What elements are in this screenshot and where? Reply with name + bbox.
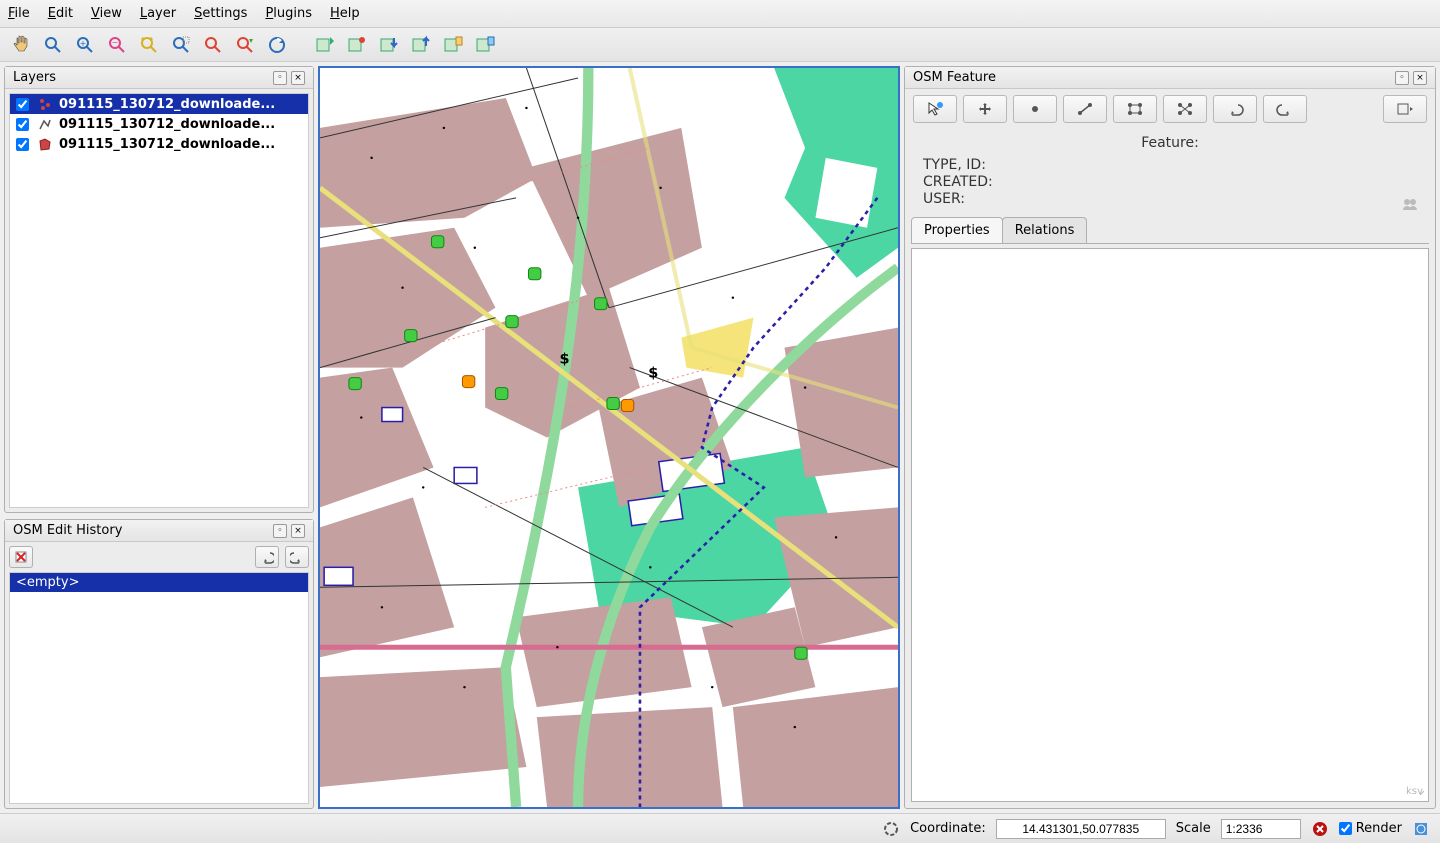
- svg-text:$: $: [648, 366, 658, 382]
- zoom-full-icon[interactable]: [136, 32, 162, 58]
- history-panel-title: OSM Edit History ◦ ×: [5, 520, 313, 542]
- user-icon: [1401, 197, 1419, 211]
- layers-panel-title: Layers ◦ ×: [5, 67, 313, 89]
- menu-help[interactable]: Help: [330, 6, 360, 21]
- layer-label: 091115_130712_downloade...: [59, 117, 275, 132]
- menu-edit[interactable]: Edit: [48, 6, 73, 21]
- undo-feature-icon[interactable]: [1213, 95, 1257, 123]
- collapse-icon[interactable]: ◦: [273, 524, 287, 538]
- history-toolbar: [9, 546, 309, 568]
- layers-panel: Layers ◦ × 091115_130712_downloade... 09…: [4, 66, 314, 513]
- layer-visibility-checkbox[interactable]: [16, 118, 29, 131]
- tab-relations[interactable]: Relations: [1002, 217, 1088, 243]
- scale-label: Scale: [1176, 821, 1211, 836]
- line-layer-icon: [37, 116, 53, 132]
- main-toolbar: + −: [0, 28, 1440, 62]
- render-checkbox[interactable]: [1339, 822, 1352, 835]
- menubar: File Edit View Layer Settings Plugins He…: [0, 0, 1440, 28]
- osm-upload-icon[interactable]: [408, 32, 434, 58]
- osm-load-icon[interactable]: [312, 32, 338, 58]
- layer-label: 091115_130712_downloade...: [59, 137, 275, 152]
- move-feature-icon[interactable]: [963, 95, 1007, 123]
- feature-user-label: USER:: [923, 191, 1417, 208]
- coordinate-label: Coordinate:: [910, 821, 986, 836]
- refresh-icon[interactable]: [264, 32, 290, 58]
- create-point-icon[interactable]: [1013, 95, 1057, 123]
- layers-list[interactable]: 091115_130712_downloade... 091115_130712…: [9, 93, 309, 508]
- coordinate-input[interactable]: [996, 819, 1166, 839]
- osm-download-icon[interactable]: [376, 32, 402, 58]
- pan-tool-icon[interactable]: [8, 32, 34, 58]
- create-polygon-icon[interactable]: [1113, 95, 1157, 123]
- osm-feature-panel: OSM Feature ◦ × Feature: TYPE, ID:: [904, 66, 1436, 809]
- feature-title-label: OSM Feature: [913, 70, 996, 85]
- clear-history-icon[interactable]: [9, 546, 33, 568]
- render-label: Render: [1356, 821, 1402, 836]
- layers-title-label: Layers: [13, 70, 56, 85]
- menu-settings[interactable]: Settings: [194, 6, 247, 21]
- svg-text:ksv: ksv: [1406, 786, 1423, 797]
- feature-tabs: Properties Relations: [911, 217, 1429, 244]
- resize-grip-icon: ksv: [1406, 783, 1424, 797]
- zoom-tool-icon[interactable]: [40, 32, 66, 58]
- close-icon[interactable]: ×: [1413, 71, 1427, 85]
- feature-panel-title: OSM Feature ◦ ×: [905, 67, 1435, 89]
- history-title-label: OSM Edit History: [13, 523, 122, 538]
- map-svg: $ $: [320, 68, 898, 807]
- close-icon[interactable]: ×: [291, 524, 305, 538]
- polygon-layer-icon: [37, 136, 53, 152]
- feature-meta: TYPE, ID: CREATED: USER:: [905, 153, 1435, 217]
- osm-feature-manager-icon[interactable]: [344, 32, 370, 58]
- properties-table[interactable]: ksv: [911, 248, 1429, 802]
- stop-render-icon[interactable]: [1311, 820, 1329, 838]
- svg-text:+: +: [80, 39, 87, 48]
- projection-icon[interactable]: [1412, 820, 1430, 838]
- undo-icon[interactable]: [255, 546, 279, 568]
- history-list[interactable]: <empty>: [9, 572, 309, 804]
- svg-text:$: $: [559, 352, 569, 368]
- svg-text:−: −: [112, 38, 119, 47]
- collapse-icon[interactable]: ◦: [1395, 71, 1409, 85]
- workspace: Layers ◦ × 091115_130712_downloade... 09…: [0, 62, 1440, 813]
- statusbar: Coordinate: Scale Render: [0, 813, 1440, 843]
- feature-header-label: Feature:: [905, 129, 1435, 153]
- feature-settings-icon[interactable]: [1383, 95, 1427, 123]
- menu-layer[interactable]: Layer: [140, 6, 176, 21]
- collapse-icon[interactable]: ◦: [273, 71, 287, 85]
- point-layer-icon: [37, 96, 53, 112]
- feature-created-label: CREATED:: [923, 174, 1417, 191]
- create-relation-icon[interactable]: [1163, 95, 1207, 123]
- feature-toolbar: [905, 89, 1435, 129]
- layer-visibility-checkbox[interactable]: [16, 98, 29, 111]
- osm-edit-history-panel: OSM Edit History ◦ × <empty>: [4, 519, 314, 809]
- create-line-icon[interactable]: [1063, 95, 1107, 123]
- menu-file[interactable]: File: [8, 6, 30, 21]
- map-canvas[interactable]: $ $: [318, 66, 900, 809]
- menu-view[interactable]: View: [91, 6, 122, 21]
- history-item[interactable]: <empty>: [10, 573, 308, 592]
- scale-input[interactable]: [1221, 819, 1301, 839]
- feature-type-id-label: TYPE, ID:: [923, 157, 1417, 174]
- layer-visibility-checkbox[interactable]: [16, 138, 29, 151]
- zoom-last-icon[interactable]: [232, 32, 258, 58]
- close-icon[interactable]: ×: [291, 71, 305, 85]
- redo-feature-icon[interactable]: [1263, 95, 1307, 123]
- osm-save-icon[interactable]: [472, 32, 498, 58]
- zoom-layer-icon[interactable]: [200, 32, 226, 58]
- identify-feature-icon[interactable]: [913, 95, 957, 123]
- progress-icon: [882, 820, 900, 838]
- osm-import-icon[interactable]: [440, 32, 466, 58]
- zoom-selection-icon[interactable]: [168, 32, 194, 58]
- menu-plugins[interactable]: Plugins: [265, 6, 312, 21]
- tab-properties[interactable]: Properties: [911, 217, 1003, 243]
- layer-row[interactable]: 091115_130712_downloade...: [10, 114, 308, 134]
- zoom-in-icon[interactable]: +: [72, 32, 98, 58]
- redo-icon[interactable]: [285, 546, 309, 568]
- layer-label: 091115_130712_downloade...: [59, 97, 275, 112]
- layer-row[interactable]: 091115_130712_downloade...: [10, 134, 308, 154]
- zoom-out-icon[interactable]: −: [104, 32, 130, 58]
- render-toggle[interactable]: Render: [1339, 821, 1402, 836]
- layer-row[interactable]: 091115_130712_downloade...: [10, 94, 308, 114]
